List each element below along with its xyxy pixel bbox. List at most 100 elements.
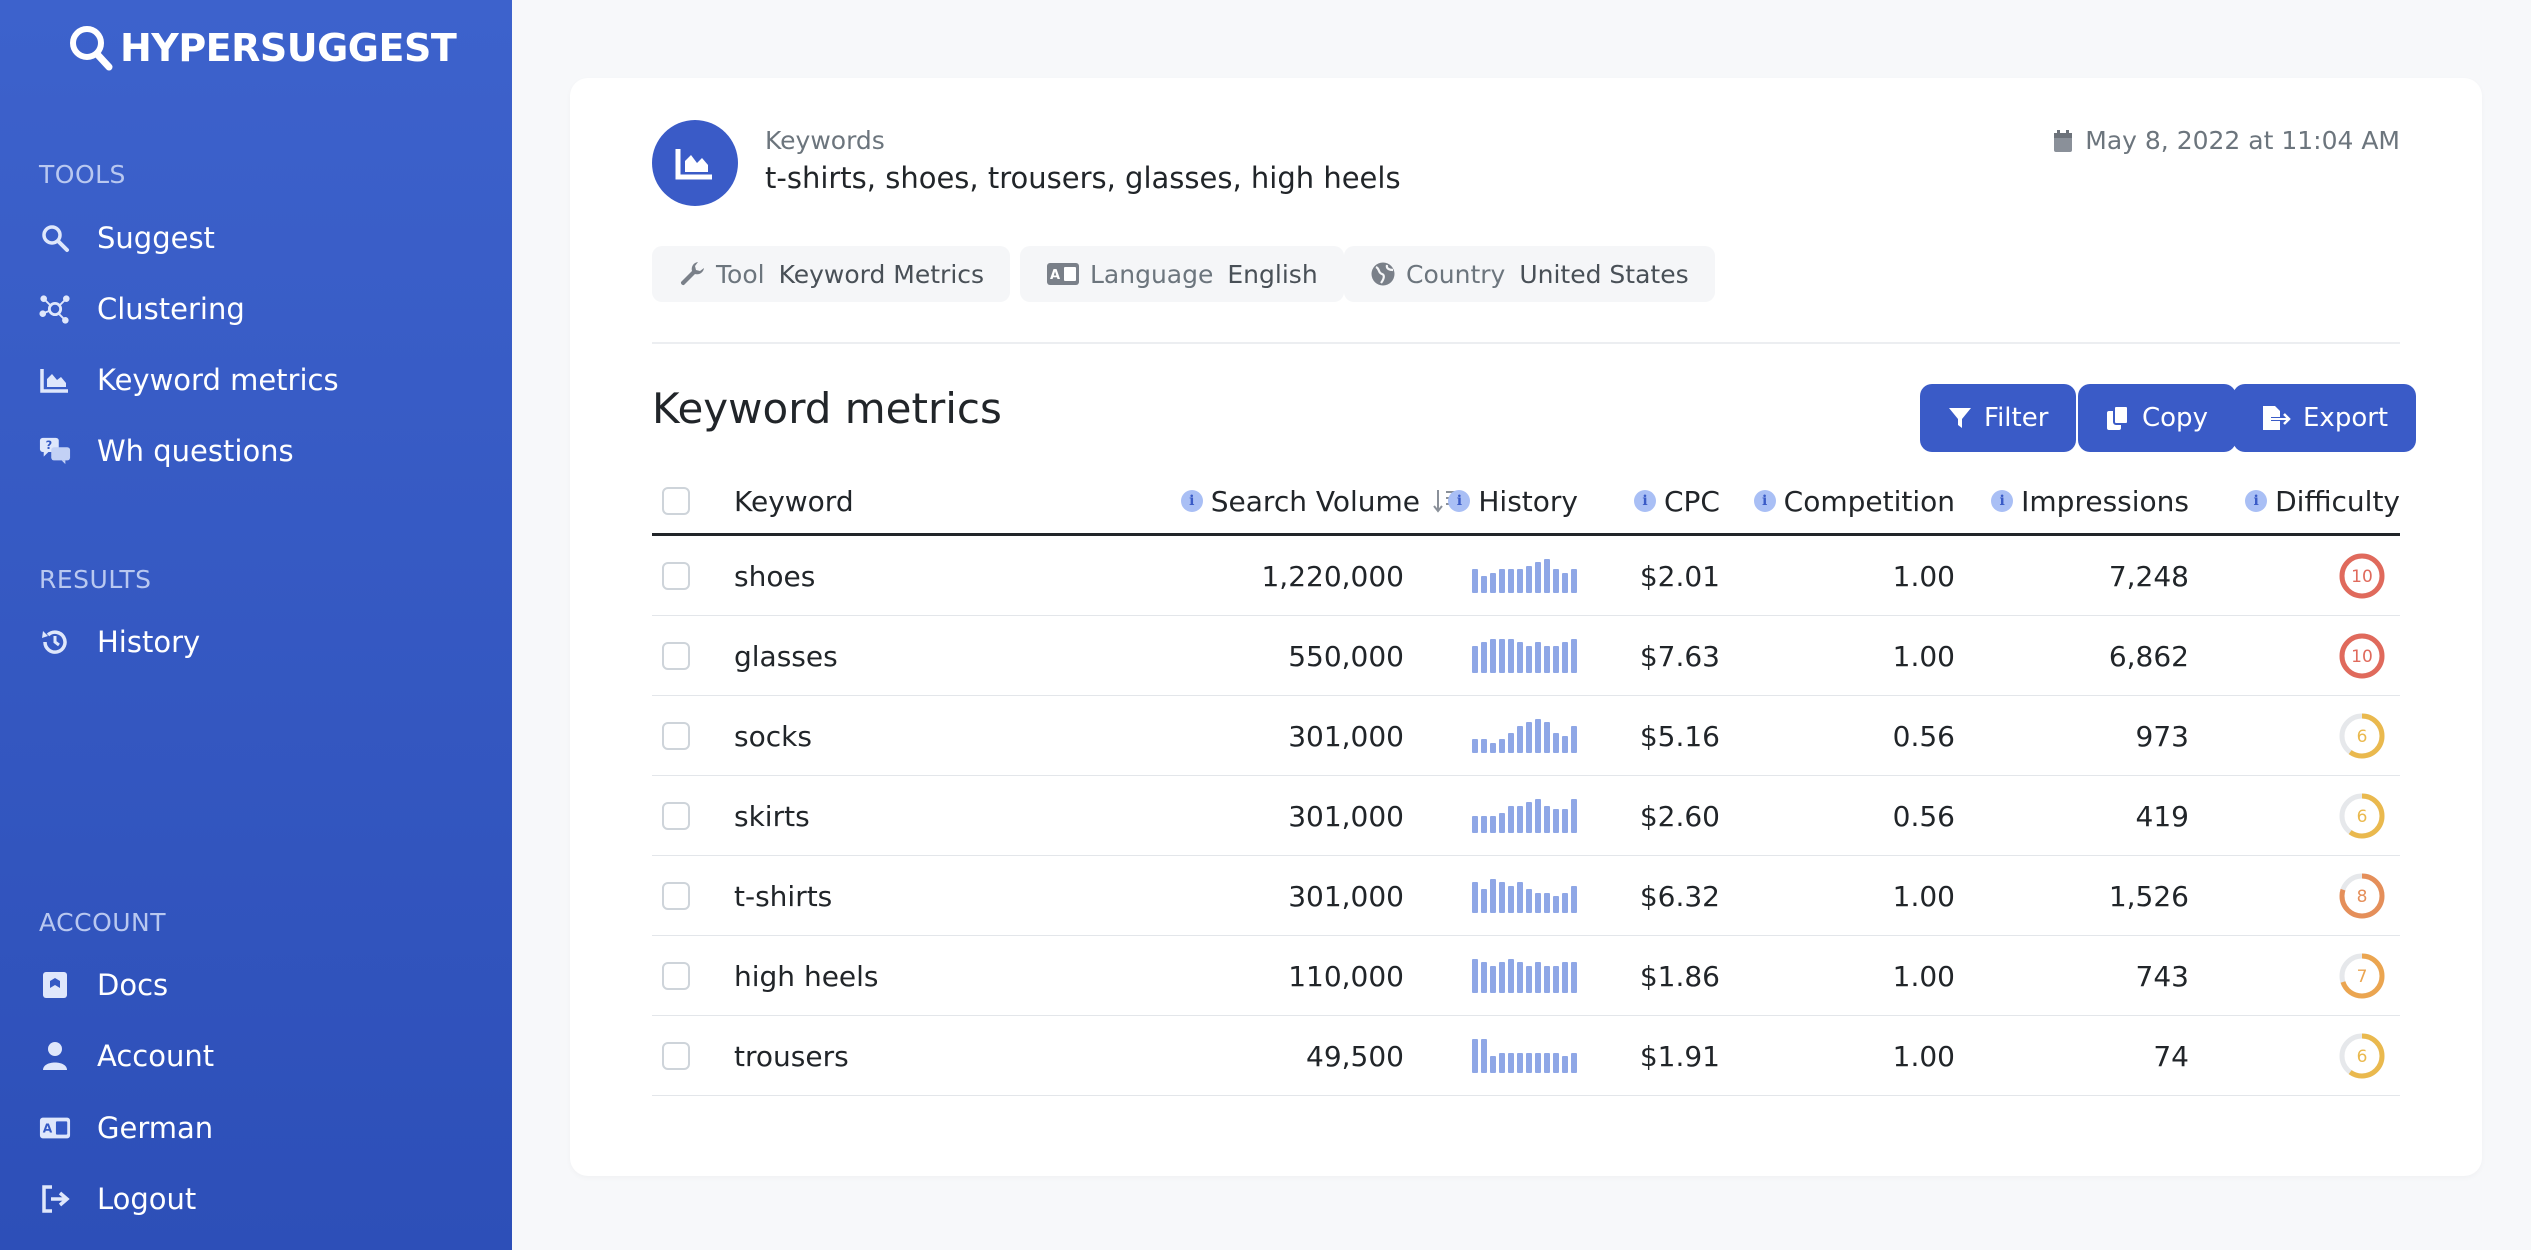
history-bar [1526,646,1532,673]
difficulty-badge: 8 [2339,873,2385,919]
competition-cell: 1.00 [1892,639,1955,673]
calendar-icon [2054,129,2073,152]
sidebar-item-history[interactable]: History [39,617,200,667]
history-bar [1535,962,1541,993]
col-cpc[interactable]: i CPC [1634,466,1720,536]
svg-text:?: ? [46,439,53,452]
sidebar-item-suggest[interactable]: Suggest [39,213,215,263]
checkbox-cell [662,776,690,856]
history-bar [1517,882,1523,913]
volume-cell: 301,000 [1288,719,1404,753]
date-text: May 8, 2022 at 11:04 AM [2085,126,2400,155]
search-icon [70,26,113,71]
col-difficulty[interactable]: i Difficulty [2245,466,2400,536]
history-sparkline [1472,959,1577,993]
row-checkbox[interactable] [662,562,690,590]
history-bar [1553,966,1559,993]
col-history[interactable]: i History [1448,466,1578,536]
chip-key: Language [1090,259,1214,289]
keywords-label: Keywords [765,126,885,155]
language-icon: A [1047,263,1079,285]
row-checkbox[interactable] [662,642,690,670]
chip-value: United States [1519,259,1689,289]
history-bar [1499,882,1505,913]
table-row[interactable]: t-shirts 301,000 $6.32 1.00 1,526 8 [652,856,2400,936]
table-row[interactable]: glasses 550,000 $7.63 1.00 6,862 10 [652,616,2400,696]
export-button[interactable]: Export [2233,384,2417,452]
history-sparkline [1472,639,1577,673]
sidebar-item-label: Keyword metrics [97,363,339,397]
tools-section-title: TOOLS [39,160,126,189]
questions-icon: ? [39,435,71,467]
keyword-cell: shoes [734,559,816,593]
info-icon[interactable]: i [1180,490,1203,512]
info-icon[interactable]: i [1634,490,1656,512]
history-bar [1544,559,1550,593]
history-bar [1553,646,1559,673]
row-checkbox[interactable] [662,882,690,910]
col-keyword[interactable]: Keyword [734,466,854,536]
filter-button[interactable]: Filter [1920,384,2077,452]
history-bar [1517,569,1523,593]
competition-cell: 0.56 [1892,719,1955,753]
history-bar [1544,722,1550,753]
volume-cell: 49,500 [1306,1039,1404,1073]
history-bar [1490,573,1496,593]
copy-button[interactable]: Copy [2078,384,2236,452]
keyword-metrics-avatar [652,120,738,206]
difficulty-value: 8 [2357,887,2368,907]
keyword-cell: glasses [734,639,838,673]
sidebar-item-account[interactable]: Account [39,1031,214,1081]
table-row[interactable]: high heels 110,000 $1.86 1.00 743 7 [652,936,2400,1016]
sidebar-item-logout[interactable]: Logout [39,1174,196,1224]
impressions-cell: 7,248 [2108,559,2189,593]
info-icon[interactable]: i [1991,490,2014,512]
difficulty-badge: 6 [2339,793,2385,839]
difficulty-badge: 7 [2339,953,2385,999]
select-all-checkbox[interactable] [662,487,690,515]
history-bar [1571,726,1577,753]
sidebar-item-german[interactable]: A German [39,1103,213,1153]
sidebar-item-label: German [97,1111,214,1145]
volume-cell: 1,220,000 [1261,559,1404,593]
table-row[interactable]: skirts 301,000 $2.60 0.56 419 6 [652,776,2400,856]
col-competition[interactable]: i Competition [1753,466,1955,536]
globe-icon [1371,262,1395,286]
sidebar-item-docs[interactable]: Docs [39,960,168,1010]
info-icon[interactable]: i [1753,490,1776,512]
history-cell [1472,696,1577,776]
logout-icon [39,1183,71,1215]
sidebar-item-keyword-metrics[interactable]: Keyword metrics [39,355,339,405]
row-checkbox[interactable] [662,722,690,750]
sidebar-item-clustering[interactable]: Clustering [39,284,245,334]
logo[interactable]: HYPERSUGGEST [68,24,457,72]
table-row[interactable]: socks 301,000 $5.16 0.56 973 6 [652,696,2400,776]
chip-value: Keyword Metrics [778,259,985,289]
col-search-volume[interactable]: i Search Volume [1180,466,1460,536]
info-icon[interactable]: i [2245,490,2268,512]
competition-cell: 0.56 [1892,799,1955,833]
export-icon [2263,406,2291,430]
row-checkbox[interactable] [662,962,690,990]
history-bar [1472,569,1478,593]
filter-label: Filter [1984,403,2049,433]
row-checkbox[interactable] [662,802,690,830]
table-row[interactable]: trousers 49,500 $1.91 1.00 74 6 [652,1016,2400,1096]
history-bar [1571,886,1577,913]
chip-value: English [1227,259,1318,289]
row-checkbox[interactable] [662,1042,690,1070]
copy-icon [2107,405,2129,430]
table-row[interactable]: shoes 1,220,000 $2.01 1.00 7,248 10 [652,536,2400,616]
history-bar [1562,1056,1568,1073]
sidebar-item-wh-questions[interactable]: ? Wh questions [39,426,294,476]
history-bar [1472,1039,1478,1073]
chip-key: Tool [716,259,765,289]
sidebar-item-label: Suggest [97,221,215,255]
history-bar [1481,739,1487,753]
col-impressions[interactable]: i Impressions [1991,466,2189,536]
history-cell [1472,856,1577,936]
info-icon[interactable]: i [1448,490,1471,512]
cluster-icon [39,293,71,325]
history-bar [1571,962,1577,993]
section-title: Keyword metrics [652,384,1002,433]
